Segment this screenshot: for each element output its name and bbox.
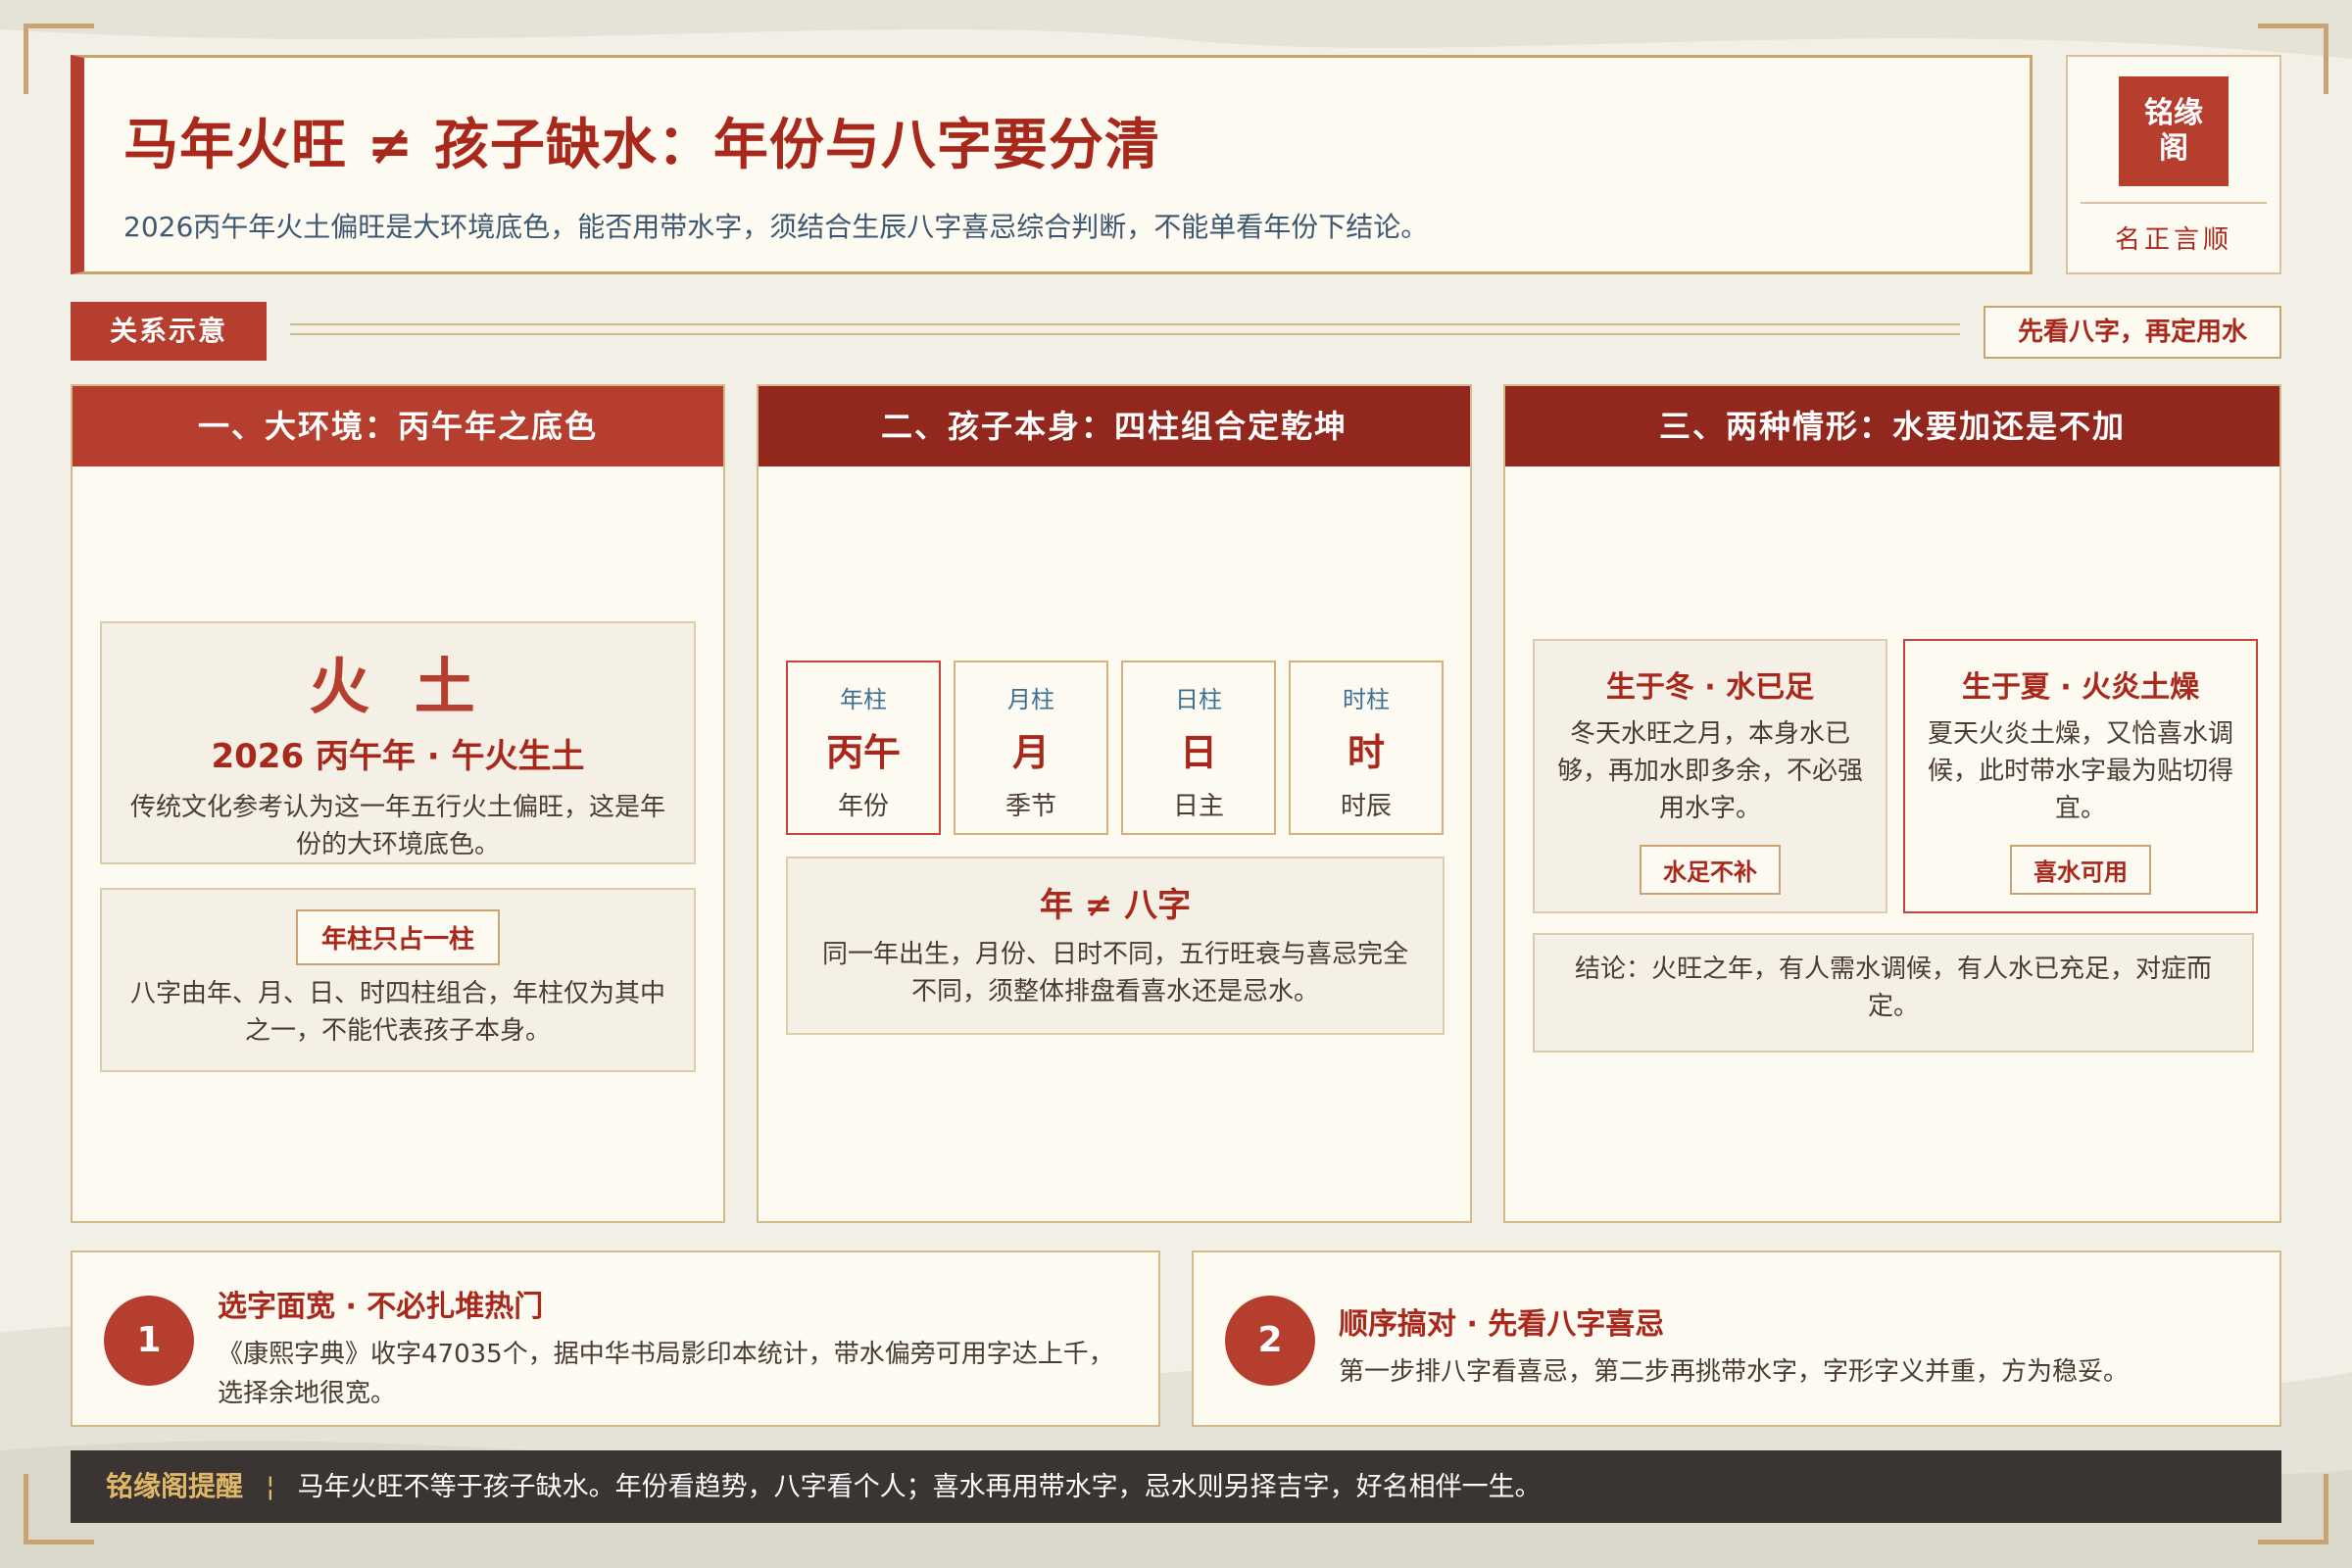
footer-separator: ¦ [266, 1470, 275, 1502]
panel-two-cases-heading: 三、两种情形：水要加还是不加 [1505, 386, 2279, 466]
panel-two-cases: 三、两种情形：水要加还是不加 生于冬 · 水已足 冬天水旺之月，本身水已够，再加… [1503, 384, 2281, 1223]
pillar-value: 日 [1179, 731, 1217, 774]
tip-description: 《康熙字典》收字47035个，据中华书局影印本统计，带水偏旁可用字达上千，选择余… [218, 1340, 1114, 1408]
pillars-row: 年柱 丙午 年份 月柱 月 季节 日柱 日 日主 时柱 时 时辰 [786, 661, 1445, 837]
case-summer-title: 生于夏 · 火炎土燥 [1961, 670, 2200, 705]
page-subtitle: 2026丙午年火土偏旺是大环境底色，能否用带水字，须结合生辰八字喜忌综合判断，不… [123, 211, 1429, 243]
brand-divider [2081, 202, 2267, 204]
page-title: 马年火旺 ≠ 孩子缺水：年份与八字要分清 [123, 114, 1160, 177]
section-tag: 先看八字，再定用水 [1984, 306, 2281, 359]
case-winter-title: 生于冬 · 水已足 [1605, 670, 1815, 705]
pillar-label: 年柱 [840, 686, 887, 713]
pillar-day: 日柱 日 日主 [1121, 661, 1276, 835]
panel-environment-heading: 一、大环境：丙午年之底色 [73, 386, 723, 466]
year-pillar-pill: 年柱只占一柱 [295, 909, 500, 965]
panel-four-pillars-heading: 二、孩子本身：四柱组合定乾坤 [759, 386, 1470, 466]
seal-line-2: 阁 [2159, 131, 2188, 166]
seal-line-1: 铭缘 [2144, 96, 2203, 130]
panel-environment: 一、大环境：丙午年之底色 火 土 2026 丙午年 · 午火生土 传统文化参考认… [71, 384, 725, 1223]
case-winter: 生于冬 · 水已足 冬天水旺之月，本身水已够，再加水即多余，不必强用水字。 水足… [1533, 639, 1887, 913]
tip-number-badge: 2 [1225, 1296, 1315, 1386]
year-pillar-description: 八字由年、月、日、时四柱组合，年柱仅为其中之一，不能代表孩子本身。 [129, 979, 665, 1046]
case-summer-description: 夏天火炎土燥，又恰喜水调候，此时带水字最为贴切得宜。 [1927, 719, 2233, 823]
tip-card-body: 顺序搞对 · 先看八字喜忌 第一步排八字看喜忌，第二步再挑带水字，字形字义并重，… [1339, 1299, 2240, 1392]
case-summer-pill: 喜水可用 [2010, 845, 2151, 895]
footer-label: 铭缘阁提醒 [106, 1470, 244, 1502]
case-winter-description: 冬天水旺之月，本身水已够，再加水即多余，不必强用水字。 [1556, 719, 1863, 823]
tip-title: 选字面宽 · 不必扎堆热门 [218, 1290, 544, 1324]
pillar-month: 月柱 月 季节 [954, 661, 1108, 835]
pillar-label: 日柱 [1175, 686, 1222, 713]
year-description: 传统文化参考认为这一年五行火土偏旺，这是年份的大环境底色。 [129, 793, 665, 859]
brand-seal: 铭缘 阁 [2119, 76, 2229, 186]
year-line: 2026 丙午年 · 午火生土 [211, 737, 585, 776]
footer-reminder: 铭缘阁提醒 ¦ 马年火旺不等于孩子缺水。年份看趋势，八字看个人；喜水再用带水字，… [71, 1450, 2281, 1523]
case-summer: 生于夏 · 火炎土燥 夏天火炎土燥，又恰喜水调候，此时带水字最为贴切得宜。 喜水… [1903, 639, 2258, 913]
pillar-label: 时柱 [1343, 686, 1390, 713]
panel-four-pillars: 二、孩子本身：四柱组合定乾坤 年柱 丙午 年份 月柱 月 季节 日柱 日 日主 … [757, 384, 1472, 1223]
brand-motto: 名正言顺 [2114, 225, 2232, 255]
year-not-bazi-box: 年 ≠ 八字 同一年出生，月份、日时不同，五行旺衰与喜忌完全不同，须整体排盘看喜… [786, 857, 1445, 1035]
brand-card: 铭缘 阁 名正言顺 [2066, 55, 2281, 274]
pillar-label: 月柱 [1007, 686, 1054, 713]
pillar-year: 年柱 丙午 年份 [786, 661, 941, 835]
pillar-meaning: 日主 [1172, 792, 1224, 821]
year-not-bazi-description: 同一年出生，月份、日时不同，五行旺衰与喜忌完全不同，须整体排盘看喜水还是忌水。 [821, 940, 1408, 1006]
tip-description: 第一步排八字看喜忌，第二步再挑带水字，字形字义并重，方为稳妥。 [1339, 1357, 2130, 1387]
year-pillar-box: 年柱只占一柱 八字由年、月、日、时四柱组合，年柱仅为其中之一，不能代表孩子本身。 [100, 888, 696, 1072]
pillar-hour: 时柱 时 时辰 [1289, 661, 1444, 835]
tip-card-body: 选字面宽 · 不必扎堆热门 《康熙字典》收字47035个，据中华书局影印本统计，… [218, 1282, 1119, 1413]
case-winter-pill: 水足不补 [1640, 845, 1781, 895]
pillar-value: 丙午 [825, 731, 901, 774]
tip-number-badge: 1 [104, 1296, 194, 1386]
section-label: 关系示意 [71, 302, 267, 361]
tip-card-1: 1 选字面宽 · 不必扎堆热门 《康熙字典》收字47035个，据中华书局影印本统… [71, 1250, 1160, 1427]
conclusion-box: 结论：火旺之年，有人需水调候，有人水已充足，对症而定。 [1533, 933, 2254, 1053]
fire-earth-box: 火 土 2026 丙午年 · 午火生土 传统文化参考认为这一年五行火土偏旺，这是… [100, 621, 696, 864]
footer-text: 马年火旺不等于孩子缺水。年份看趋势，八字看个人；喜水再用带水字，忌水则另择吉字，… [297, 1472, 1542, 1502]
pillar-meaning: 时辰 [1340, 792, 1392, 821]
fire-earth-elements: 火 土 [309, 651, 487, 722]
pillar-meaning: 年份 [837, 792, 889, 821]
section-divider [290, 323, 1960, 335]
pillar-meaning: 季节 [1004, 792, 1056, 821]
year-not-bazi-title: 年 ≠ 八字 [1039, 886, 1192, 925]
pillar-value: 时 [1347, 731, 1385, 774]
tip-card-2: 2 顺序搞对 · 先看八字喜忌 第一步排八字看喜忌，第二步再挑带水字，字形字义并… [1192, 1250, 2281, 1427]
pillar-value: 月 [1011, 731, 1050, 774]
tip-title: 顺序搞对 · 先看八字喜忌 [1339, 1307, 1665, 1342]
header-banner: 马年火旺 ≠ 孩子缺水：年份与八字要分清 2026丙午年火土偏旺是大环境底色，能… [71, 55, 2033, 274]
